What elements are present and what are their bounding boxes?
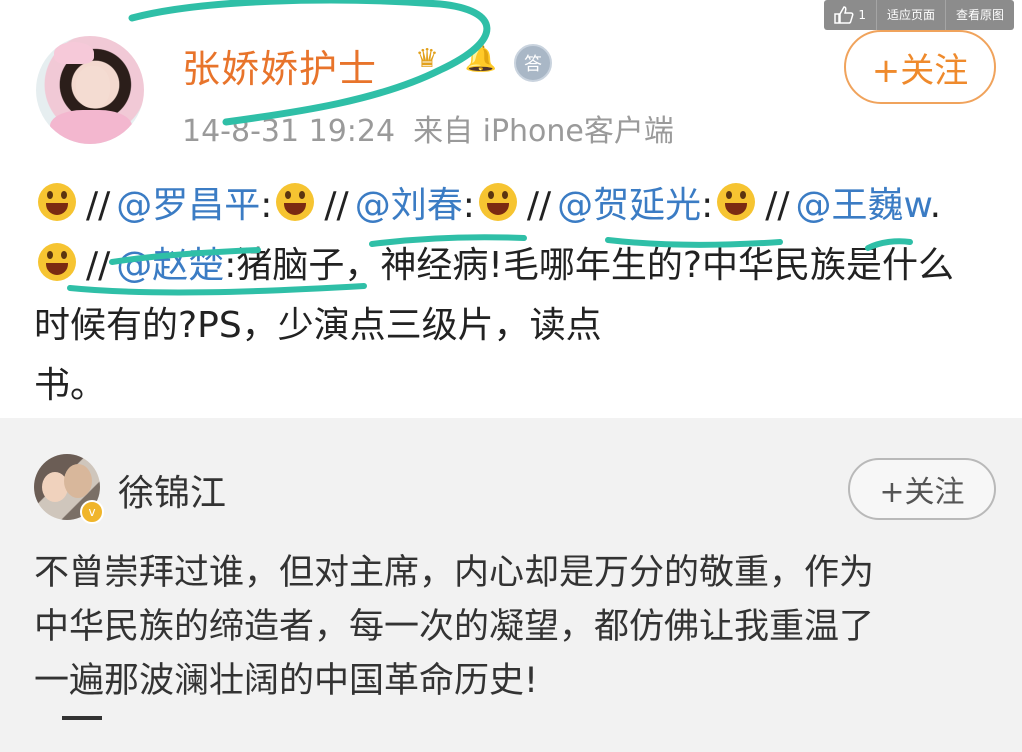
- bell-badge-icon[interactable]: 🔔: [462, 40, 500, 78]
- commenter-username[interactable]: 徐锦江: [118, 464, 226, 516]
- comment-text-line2: 中华民族的缔造者，每一次的凝望，都仿佛让我重温了: [34, 607, 875, 647]
- colon: :: [260, 185, 273, 226]
- comment-follow-button[interactable]: +关注: [848, 458, 996, 520]
- answer-badge-label: 答: [524, 54, 542, 75]
- verified-badge-icon: v: [80, 500, 104, 524]
- avatar-man-shape: [64, 464, 92, 498]
- uniform-shape: [50, 110, 132, 144]
- answer-badge-icon[interactable]: 答: [514, 44, 552, 82]
- repost-separator: //: [86, 245, 111, 286]
- post-text-line1: 猪脑子，神经病!毛哪年生的?中: [236, 245, 738, 286]
- colon: :: [224, 245, 237, 286]
- image-viewer-toolbar: 1 适应页面 查看原图: [824, 0, 1014, 30]
- repost-separator: //: [324, 185, 349, 226]
- repost-separator: //: [526, 185, 552, 226]
- crown-badge-icon[interactable]: ♛: [408, 40, 446, 78]
- comment-text: 不曾崇拜过谁，但对主席，内心却是万分的敬重，作为 中华民族的缔造者，每一次的凝望…: [34, 546, 1002, 708]
- like-button[interactable]: 1: [824, 0, 877, 30]
- cut-off-text-fragment: [62, 716, 102, 720]
- weibo-post: 张娇娇护士 ♛ 🔔 答 14-8-31 19:24 来自 iPhone客户端 +关…: [0, 0, 1022, 418]
- poster-avatar[interactable]: [36, 36, 144, 144]
- nurse-cap-shape: [54, 42, 94, 64]
- post-source[interactable]: 来自 iPhone客户端: [413, 114, 674, 149]
- grin-emoji-icon: [478, 183, 517, 221]
- face-shape: [76, 66, 110, 108]
- post-text: //@罗昌平://@刘春://@贺延光://@王巍w.//@赵楚:猪脑子，神经病…: [34, 176, 984, 416]
- dot: .: [929, 185, 942, 226]
- mention-link[interactable]: @刘春: [355, 185, 463, 226]
- grin-emoji-icon: [38, 243, 76, 281]
- comment-text-line3: 一遍那波澜壮阔的中国革命历史!: [34, 661, 539, 701]
- mention-link[interactable]: @赵楚: [116, 245, 224, 286]
- mention-link[interactable]: @贺延光: [557, 185, 701, 226]
- comment-text-line1: 不曾崇拜过谁，但对主席，内心却是万分的敬重，作为: [34, 553, 875, 593]
- comment-card: v 徐锦江 +关注 不曾崇拜过谁，但对主席，内心却是万分的敬重，作为 中华民族的…: [0, 418, 1022, 752]
- thumbs-up-icon: [834, 6, 854, 24]
- like-count: 1: [858, 8, 866, 22]
- follow-button[interactable]: +关注: [844, 30, 996, 104]
- repost-separator: //: [86, 185, 111, 226]
- grin-emoji-icon: [276, 183, 315, 221]
- grin-emoji-icon: [38, 183, 76, 221]
- grin-emoji-icon: [717, 183, 756, 221]
- colon: :: [701, 185, 714, 226]
- mention-link[interactable]: @王巍w: [796, 185, 930, 226]
- colon: :: [462, 185, 475, 226]
- mention-link[interactable]: @罗昌平: [116, 185, 260, 226]
- view-original-button[interactable]: 查看原图: [945, 0, 1014, 30]
- repost-separator: //: [765, 185, 790, 226]
- fit-page-button[interactable]: 适应页面: [876, 0, 946, 30]
- poster-username[interactable]: 张娇娇护士: [182, 38, 377, 93]
- post-meta: 14-8-31 19:24 来自 iPhone客户端: [182, 106, 674, 150]
- post-text-line3: 书。: [34, 365, 107, 406]
- post-timestamp: 14-8-31 19:24: [182, 114, 396, 149]
